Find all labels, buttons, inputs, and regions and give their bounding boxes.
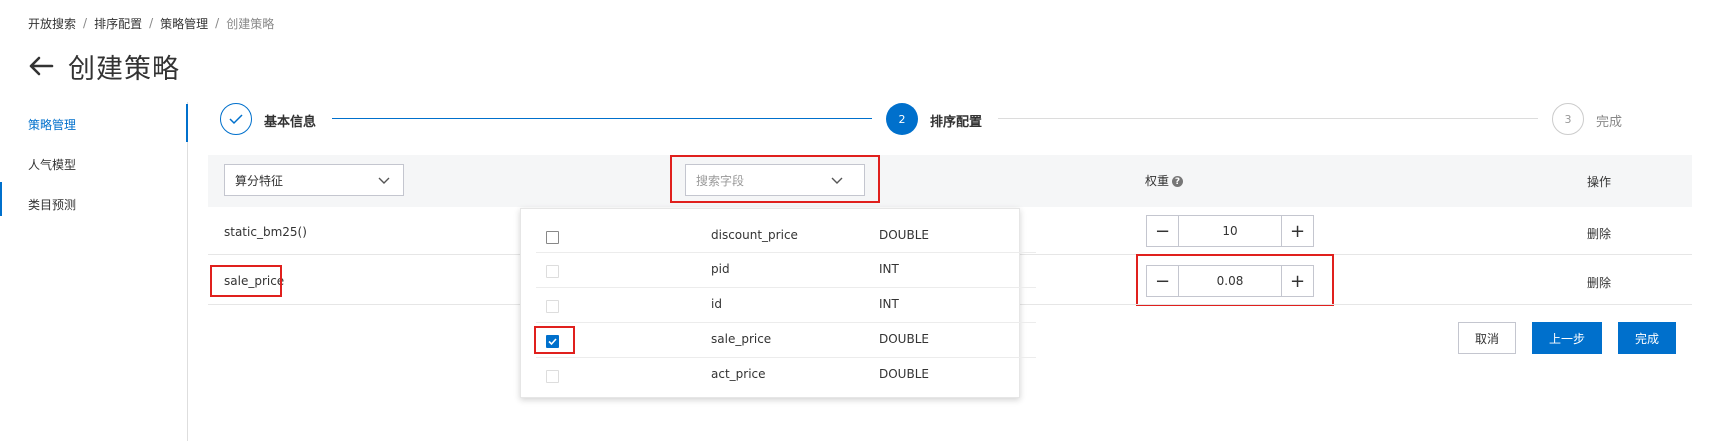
- highlight-box-sale-price: [210, 265, 282, 297]
- help-icon[interactable]: ?: [1172, 176, 1184, 187]
- step-1-label: 基本信息: [264, 115, 317, 130]
- breadcrumb-item-open-search[interactable]: 开放搜索: [28, 15, 76, 32]
- dropdown-item-act-price[interactable]: act_price DOUBLE: [521, 358, 1036, 393]
- row-2-delete-link[interactable]: 删除: [1587, 274, 1611, 291]
- dropdown-item-name: sale_price: [711, 332, 772, 346]
- back-arrow-icon[interactable]: [26, 51, 56, 81]
- row-1-delete-link[interactable]: 删除: [1587, 225, 1611, 242]
- prev-step-button[interactable]: 上一步: [1532, 322, 1602, 354]
- breadcrumb-separator: /: [149, 16, 154, 30]
- plus-icon[interactable]: +: [1281, 216, 1313, 246]
- dropdown-item-discount-price[interactable]: discount_price DOUBLE: [521, 209, 1036, 253]
- breadcrumb-item-create-strategy: 创建策略: [226, 16, 275, 31]
- highlight-box-field-search: [670, 155, 880, 203]
- dropdown-item-type: INT: [879, 262, 899, 276]
- row-1-weight-value[interactable]: 10: [1179, 216, 1281, 246]
- field-dropdown: discount_price DOUBLE pid INT id INT sal…: [520, 208, 1036, 398]
- sidebar-item-popularity-model[interactable]: 人气模型: [28, 156, 76, 173]
- dropdown-item-name: act_price: [711, 367, 766, 381]
- weight-header: 权重?: [1145, 172, 1184, 189]
- breadcrumb-item-rank-config[interactable]: 排序配置: [94, 15, 142, 32]
- step-3-label: 完成: [1596, 115, 1623, 130]
- dropdown-item-name: pid: [711, 262, 730, 276]
- minus-icon[interactable]: −: [1147, 216, 1179, 246]
- step-line-2: [998, 118, 1538, 119]
- dropdown-item-type: DOUBLE: [879, 332, 929, 346]
- checkbox-disabled: [546, 370, 559, 383]
- dropdown-item-name: id: [711, 297, 722, 311]
- sidebar: 策略管理 人气模型 类目预测: [0, 102, 188, 441]
- step-3-pending: 3: [1552, 103, 1584, 135]
- finish-button[interactable]: 完成: [1618, 322, 1676, 354]
- highlight-box-checkbox: [534, 326, 575, 354]
- chevron-down-icon: [377, 173, 391, 187]
- highlight-box-weight: [1136, 254, 1334, 306]
- cancel-button[interactable]: 取消: [1458, 322, 1516, 354]
- dropdown-item-type: DOUBLE: [879, 228, 929, 242]
- step-line-1: [332, 118, 872, 119]
- step-2-current: 2: [886, 103, 918, 135]
- page-header: 创建策略: [26, 46, 180, 86]
- dropdown-item-type: DOUBLE: [879, 367, 929, 381]
- feature-select-value: 算分特征: [235, 173, 284, 188]
- dropdown-item-id[interactable]: id INT: [521, 288, 1036, 323]
- sidebar-left-indicator: [0, 182, 2, 216]
- step-1-done-icon: [220, 103, 252, 135]
- breadcrumb-item-strategy-manage[interactable]: 策略管理: [160, 15, 208, 32]
- breadcrumb-separator: /: [83, 16, 88, 30]
- action-header: 操作: [1587, 175, 1612, 189]
- step-2-number: 2: [898, 112, 906, 126]
- dropdown-item-sale-price[interactable]: sale_price DOUBLE: [521, 323, 1036, 358]
- sidebar-active-indicator: [186, 104, 188, 142]
- row-1-weight-stepper[interactable]: − 10 +: [1146, 215, 1314, 247]
- dropdown-item-pid[interactable]: pid INT: [521, 253, 1036, 288]
- table-header: [208, 155, 1692, 207]
- breadcrumb-separator: /: [215, 16, 220, 30]
- breadcrumb: 开放搜索 / 排序配置 / 策略管理 / 创建策略: [28, 14, 274, 32]
- step-3-number: 3: [1564, 112, 1572, 126]
- sidebar-item-strategy-manage[interactable]: 策略管理: [28, 116, 76, 133]
- step-2-label: 排序配置: [930, 115, 983, 130]
- dropdown-item-type: INT: [879, 297, 899, 311]
- checkbox-disabled: [546, 265, 559, 278]
- dropdown-item-name: discount_price: [711, 228, 798, 242]
- feature-select[interactable]: 算分特征: [224, 164, 404, 196]
- row-1-feature: static_bm25(): [224, 225, 307, 239]
- checkbox-disabled: [546, 300, 559, 313]
- checkbox-unchecked[interactable]: [546, 231, 559, 244]
- sidebar-item-category-prediction[interactable]: 类目预测: [28, 196, 76, 213]
- weight-header-label: 权重: [1145, 174, 1170, 188]
- page-title: 创建策略: [68, 53, 180, 85]
